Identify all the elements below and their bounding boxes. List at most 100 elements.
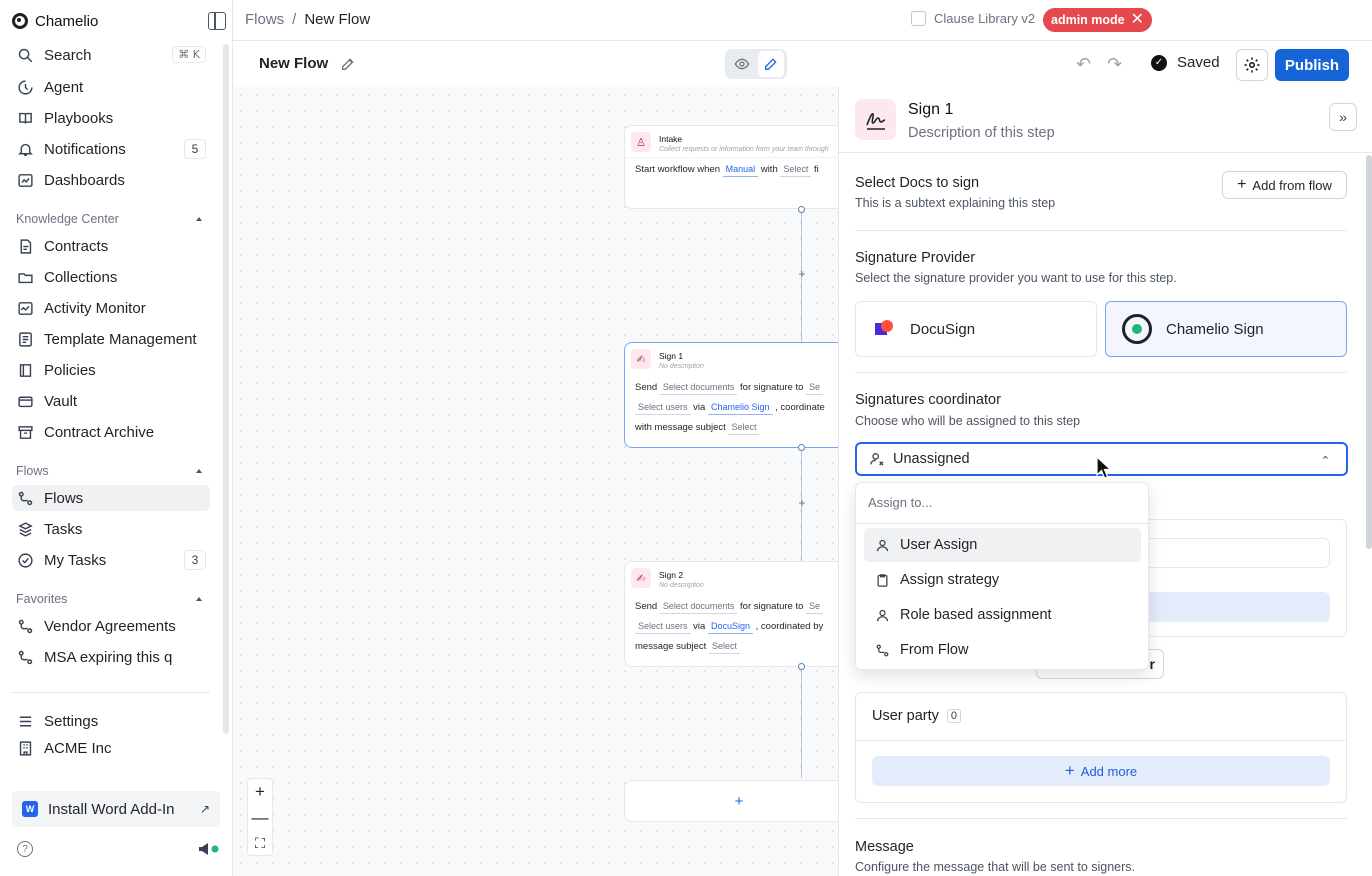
- sidebar-item-settings[interactable]: Settings: [12, 708, 210, 734]
- add-step-icon[interactable]: +: [796, 496, 808, 510]
- provider-name: Chamelio Sign: [1166, 320, 1264, 338]
- sidebar-item-policies[interactable]: Policies: [12, 357, 210, 383]
- bell-icon: [16, 140, 34, 158]
- node-text: message subject: [635, 641, 707, 652]
- sidebar-item-contract-archive[interactable]: Contract Archive: [12, 419, 210, 445]
- panel-title[interactable]: Sign 1: [908, 101, 953, 119]
- assign-search-input[interactable]: Assign to...: [868, 495, 932, 510]
- select-documents-chip[interactable]: Select documents: [659, 380, 738, 395]
- panel-description[interactable]: Description of this step: [908, 125, 1055, 141]
- sidebar-item-vendor-agreements[interactable]: Vendor Agreements: [12, 613, 210, 639]
- edge-handle[interactable]: [798, 444, 805, 451]
- section-label: Knowledge Center: [16, 212, 119, 226]
- node-text: fi: [814, 164, 819, 175]
- collapse-panel-icon[interactable]: »: [1329, 103, 1357, 131]
- select-chip[interactable]: Select: [708, 639, 740, 654]
- zoom-out-icon[interactable]: —: [252, 808, 269, 828]
- sidebar-item-dashboards[interactable]: Dashboards: [12, 167, 210, 193]
- option-role-based[interactable]: Role based assignment: [864, 598, 1141, 632]
- sidebar-item-contracts[interactable]: Contracts: [12, 233, 210, 259]
- brand[interactable]: Chamelio: [12, 11, 98, 31]
- select-chip[interactable]: Se: [806, 380, 824, 395]
- select-chip[interactable]: Select: [780, 162, 812, 177]
- sidebar-item-collections[interactable]: Collections: [12, 264, 210, 290]
- publish-button[interactable]: Publish: [1275, 49, 1349, 81]
- add-step-icon[interactable]: +: [796, 267, 808, 281]
- notification-count-badge: 5: [184, 139, 206, 159]
- sidebar-scrollbar[interactable]: [223, 44, 229, 734]
- node-text: , coordinated by: [755, 621, 824, 632]
- clause-library-toggle[interactable]: Clause Library v2: [911, 11, 1035, 26]
- admin-mode-badge[interactable]: admin mode ✕: [1043, 8, 1153, 32]
- user-icon: [875, 608, 890, 623]
- undo-icon[interactable]: ↶: [1076, 54, 1091, 75]
- section-favorites[interactable]: Favorites: [16, 592, 202, 606]
- node-title: Intake: [659, 134, 683, 144]
- sidebar-item-label: Policies: [44, 361, 96, 379]
- panel-scrollbar[interactable]: [1366, 155, 1372, 549]
- preview-mode-button[interactable]: [729, 51, 755, 77]
- breadcrumb-flows-link[interactable]: Flows: [245, 11, 284, 28]
- mouse-cursor-icon: [1096, 456, 1112, 479]
- megaphone-icon[interactable]: [198, 842, 220, 856]
- sign2-node[interactable]: ✍ Sign 2 No description Send Select docu…: [624, 561, 839, 667]
- coordinator-subtext: Choose who will be assigned to this step: [855, 414, 1081, 428]
- vault-icon: [16, 392, 34, 410]
- add-step-node[interactable]: +: [624, 780, 839, 822]
- provider-docusign-option[interactable]: DocuSign: [855, 301, 1097, 357]
- sidebar-item-vault[interactable]: Vault: [12, 388, 210, 414]
- flow-settings-button[interactable]: [1236, 49, 1268, 81]
- select-chip[interactable]: Select: [728, 420, 760, 435]
- trigger-chip[interactable]: Manual: [722, 162, 759, 177]
- option-assign-strategy[interactable]: Assign strategy: [864, 563, 1141, 597]
- add-from-flow-button[interactable]: + Add from flow: [1222, 171, 1347, 199]
- clause-library-checkbox[interactable]: [911, 11, 926, 26]
- sidebar-item-agent[interactable]: Agent: [12, 74, 210, 100]
- add-more-button[interactable]: + Add more: [872, 756, 1330, 786]
- redo-icon[interactable]: ↷: [1107, 54, 1122, 75]
- sidebar-toggle-icon[interactable]: [208, 12, 226, 30]
- sidebar-item-label: Vault: [44, 392, 78, 410]
- sidebar-item-msa-expiring[interactable]: MSA expiring this q: [12, 644, 210, 670]
- breadcrumb-separator: /: [292, 11, 297, 28]
- close-icon[interactable]: ✕: [1131, 12, 1144, 28]
- edit-mode-button[interactable]: [757, 51, 784, 77]
- view-edit-toggle[interactable]: [725, 49, 787, 79]
- sidebar-item-template-management[interactable]: Template Management: [12, 326, 210, 352]
- sign1-node[interactable]: ✍ Sign 1 No description Send Select docu…: [624, 342, 839, 448]
- intake-node[interactable]: ♙ Intake Collect requests or information…: [624, 125, 839, 209]
- select-documents-chip[interactable]: Select documents: [659, 599, 738, 614]
- select-chip[interactable]: Se: [806, 599, 824, 614]
- edge-handle[interactable]: [798, 663, 805, 670]
- clause-library-label: Clause Library v2: [934, 11, 1036, 26]
- install-word-addin-button[interactable]: W Install Word Add-In ↗: [12, 791, 220, 827]
- section-knowledge-center[interactable]: Knowledge Center: [16, 212, 202, 226]
- fit-view-icon[interactable]: ⛶: [255, 835, 265, 852]
- sidebar-item-my-tasks[interactable]: My Tasks 3: [12, 547, 210, 573]
- sidebar-item-flows[interactable]: Flows: [12, 485, 210, 511]
- history-controls: ↶ ↷: [1076, 54, 1122, 75]
- section-flows[interactable]: Flows: [16, 464, 202, 478]
- zoom-in-icon[interactable]: +: [255, 782, 265, 802]
- sidebar-item-notifications[interactable]: Notifications 5: [12, 136, 210, 162]
- sidebar-item-search[interactable]: Search ⌘ K: [12, 42, 210, 68]
- edge-handle[interactable]: [798, 206, 805, 213]
- sidebar-item-activity-monitor[interactable]: Activity Monitor: [12, 295, 210, 321]
- select-users-chip[interactable]: Select users: [635, 619, 691, 634]
- select-users-chip[interactable]: Select users: [635, 400, 691, 415]
- flow-canvas[interactable]: ♙ Intake Collect requests or information…: [233, 87, 839, 876]
- sidebar-item-label: Notifications: [44, 140, 126, 158]
- sidebar-item-playbooks[interactable]: Playbooks: [12, 105, 210, 131]
- sidebar-item-tasks[interactable]: Tasks: [12, 516, 210, 542]
- provider-chamelio-option[interactable]: Chamelio Sign: [1105, 301, 1347, 357]
- provider-chip[interactable]: Chamelio Sign: [707, 400, 773, 415]
- option-from-flow[interactable]: From Flow: [864, 633, 1141, 667]
- sidebar-item-label: Playbooks: [44, 109, 114, 127]
- help-icon[interactable]: ?: [17, 841, 33, 857]
- sidebar-item-org[interactable]: ACME Inc: [12, 735, 210, 761]
- provider-chip[interactable]: DocuSign: [707, 619, 753, 634]
- option-user-assign[interactable]: User Assign: [864, 528, 1141, 562]
- activity-icon: [16, 299, 34, 317]
- pencil-icon[interactable]: [340, 56, 356, 72]
- card-divider: [856, 740, 1346, 741]
